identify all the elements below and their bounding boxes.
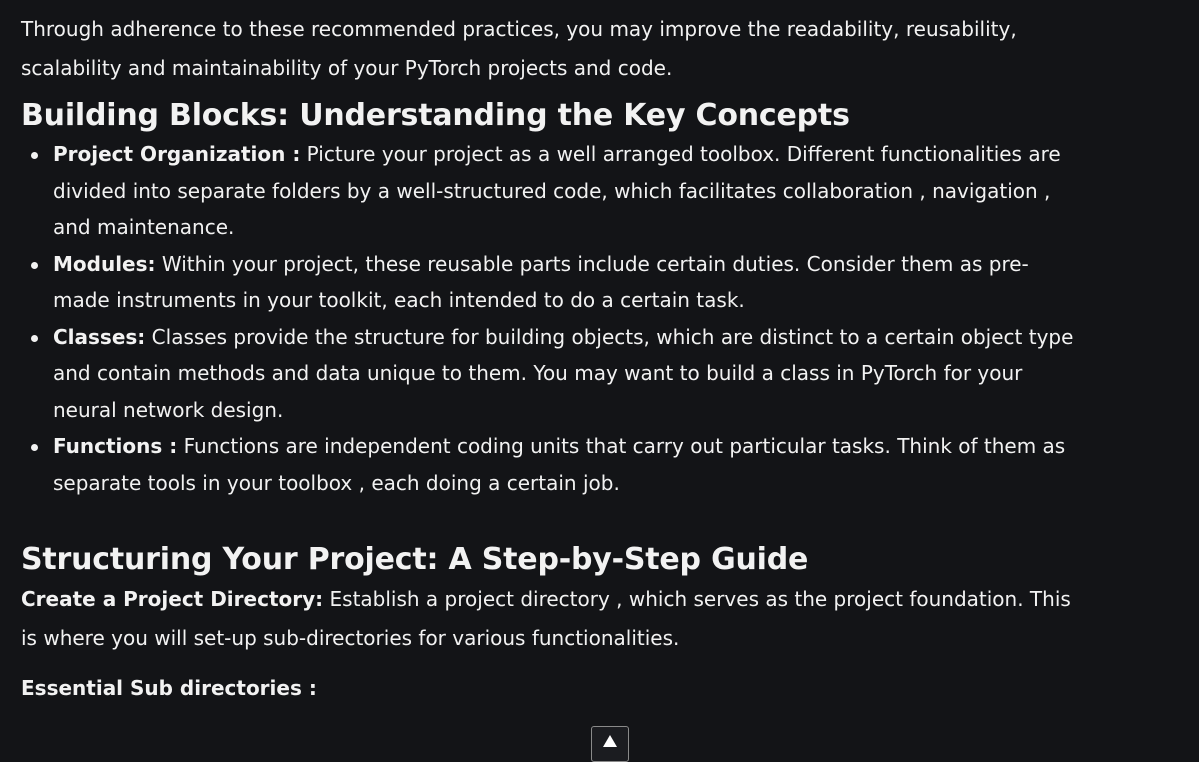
arrow-up-icon bbox=[603, 735, 617, 747]
essential-subdirectories-heading: Essential Sub directories : bbox=[21, 676, 317, 700]
description-modules: Within your project, these reusable part… bbox=[53, 251, 1029, 313]
term-project-directory: Create a Project Directory: bbox=[21, 587, 324, 611]
description-classes: Classes provide the structure for buildi… bbox=[53, 324, 1074, 422]
term-modules: Modules: bbox=[53, 251, 156, 276]
intro-paragraph: Through adherence to these recommended p… bbox=[21, 17, 1017, 80]
term-functions: Functions : bbox=[53, 434, 178, 458]
description-functions: Functions are independent coding units t… bbox=[53, 434, 1066, 495]
project-directory-paragraph: Create a Project Directory: Establish a … bbox=[21, 580, 1081, 658]
key-concepts-list: Project Organization : Picture your proj… bbox=[21, 136, 1081, 501]
term-project-organization: Project Organization : bbox=[53, 142, 301, 166]
scroll-to-top-button[interactable] bbox=[591, 726, 629, 762]
article-body: Through adherence to these recommended p… bbox=[21, 0, 1081, 708]
list-item-project-organization: Project Organization : Picture your proj… bbox=[31, 136, 1081, 246]
building-blocks-heading: Building Blocks: Understanding the Key C… bbox=[21, 98, 850, 133]
list-item-classes: Classes: Classes provide the structure f… bbox=[31, 319, 1081, 429]
structuring-heading: Structuring Your Project: A Step-by-Step… bbox=[21, 542, 809, 577]
term-classes: Classes: bbox=[53, 324, 146, 349]
list-item-modules: Modules: Within your project, these reus… bbox=[31, 246, 1081, 319]
list-item-functions: Functions : Functions are independent co… bbox=[31, 428, 1081, 501]
